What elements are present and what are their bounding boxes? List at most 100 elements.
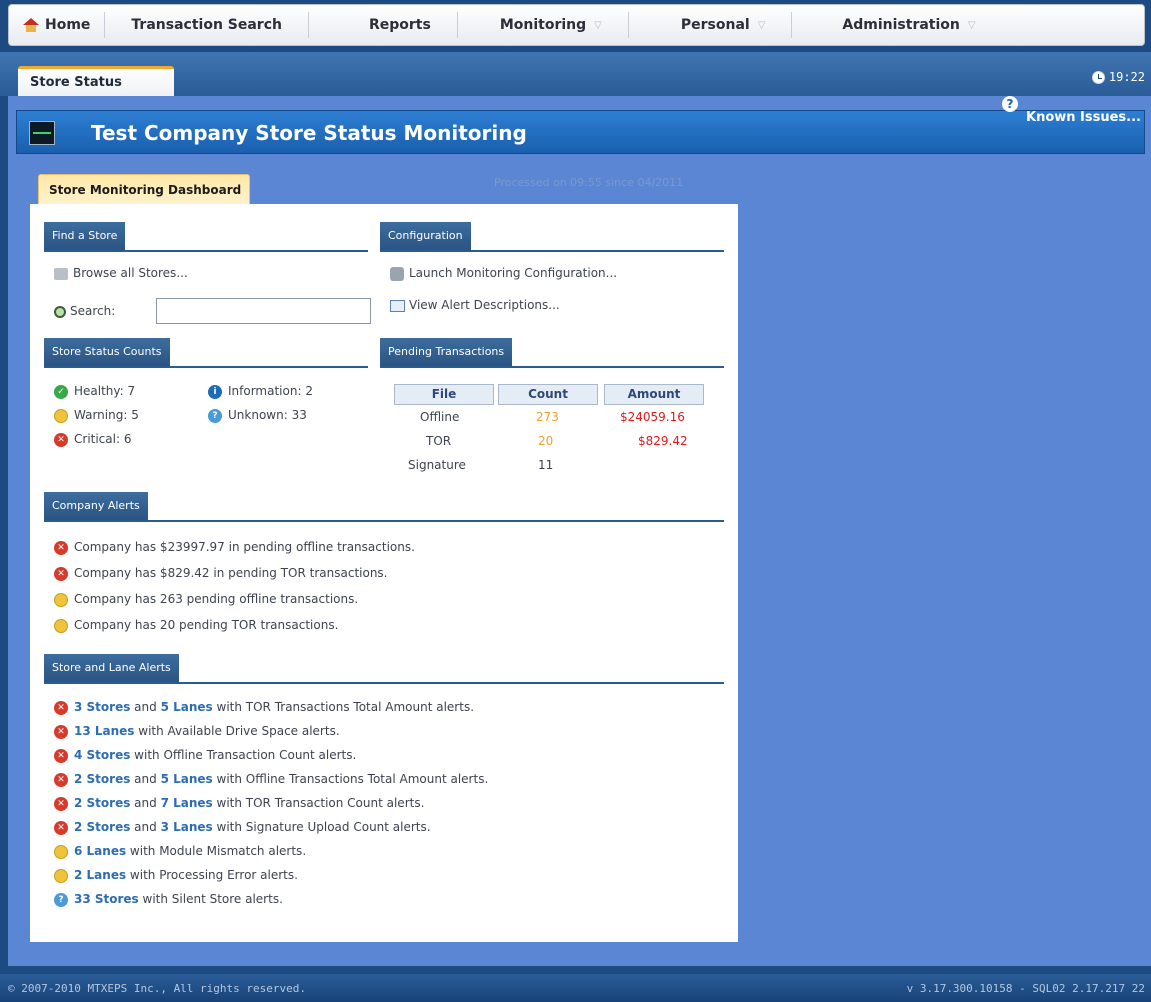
column-header-count: Count [498, 384, 598, 405]
warning-icon [54, 845, 68, 859]
nav-monitoring-label: Monitoring [499, 17, 587, 33]
pending-row-file: Offline [420, 410, 460, 424]
nav-personal[interactable]: Personal ▽ [629, 5, 792, 45]
nav-administration[interactable]: Administration ▽ [792, 5, 987, 45]
wrench-icon [390, 266, 404, 281]
browse-stores-label: Browse all Stores... [73, 266, 188, 280]
unknown-icon: ? [54, 893, 68, 907]
chevron-down-icon: ▽ [967, 19, 976, 31]
dashboard-panel: Find a Store Browse all Stores... Search… [30, 204, 738, 942]
nav-administration-label: Administration [842, 17, 960, 33]
critical-icon: ✕ [54, 749, 68, 763]
critical-icon: ✕ [54, 541, 68, 555]
lane-alert-item: 6 Lanes with Module Mismatch alerts. [74, 844, 306, 858]
stores-link[interactable]: 4 Stores [74, 748, 130, 762]
company-alert-item: Company has 20 pending TOR transactions. [74, 618, 339, 632]
known-issues-link[interactable]: ? Known Issues... [1002, 96, 1141, 125]
alert-text: with Processing Error alerts. [126, 868, 298, 882]
processed-note: Processed on 09:55 since 04/2011 [494, 176, 684, 189]
dashboard-tab-label: Store Monitoring Dashboard [49, 182, 242, 197]
alert-text: with TOR Transaction Count alerts. [212, 796, 425, 810]
alert-text: with Silent Store alerts. [138, 892, 283, 906]
stores-link[interactable]: 3 Stores [74, 700, 130, 714]
tab-store-monitoring-dashboard[interactable]: Store Monitoring Dashboard [38, 174, 250, 204]
nav-personal-label: Personal [680, 17, 750, 33]
lane-alerts-header: Store and Lane Alerts [44, 654, 724, 684]
warning-icon [54, 409, 68, 423]
top-nav: Home Transaction Search Reports Monitori… [8, 4, 1145, 46]
company-alert-item: Company has $829.42 in pending TOR trans… [74, 566, 388, 580]
lanes-link[interactable]: 5 Lanes [161, 700, 213, 714]
lanes-link[interactable]: 6 Lanes [74, 844, 126, 858]
healthy-count: Healthy: 7 [74, 384, 136, 398]
configuration-header: Configuration [380, 222, 724, 252]
nav-reports[interactable]: Reports [309, 5, 457, 45]
nav-home-label: Home [45, 17, 91, 33]
company-alerts-heading: Company Alerts [44, 492, 148, 520]
nav-transaction-search-label: Transaction Search [131, 17, 282, 33]
alert-text: with Offline Transactions Total Amount a… [212, 772, 489, 786]
unknown-count: Unknown: 33 [228, 408, 307, 422]
document-list-icon [390, 299, 405, 312]
chevron-down-icon: ▽ [757, 19, 766, 31]
pending-transactions-heading: Pending Transactions [380, 338, 513, 366]
lane-alert-item: 2 Stores and 5 Lanes with Offline Transa… [74, 772, 488, 786]
lanes-link[interactable]: 3 Lanes [161, 820, 213, 834]
lane-alert-item: 3 Stores and 5 Lanes with TOR Transactio… [74, 700, 474, 714]
view-alerts-label: View Alert Descriptions... [409, 298, 560, 312]
critical-icon: ✕ [54, 797, 68, 811]
nav-reports-label: Reports [368, 17, 431, 33]
search-input[interactable] [156, 298, 371, 324]
search-label-text: Search: [70, 304, 116, 318]
company-alert-item: Company has 263 pending offline transact… [74, 592, 359, 606]
alert-text: with Module Mismatch alerts. [126, 844, 307, 858]
alert-joiner: and [130, 796, 161, 810]
tab-store-status[interactable]: Store Status [18, 66, 174, 96]
lanes-link[interactable]: 7 Lanes [161, 796, 213, 810]
nav-monitoring[interactable]: Monitoring ▽ [458, 5, 628, 45]
alert-text: with Available Drive Space alerts. [134, 724, 340, 738]
home-icon [23, 18, 39, 32]
version-text: v 3.17.300.10158 - SQL02 2.17.217 22 [906, 982, 1145, 995]
pending-row-amount: $829.42 [638, 434, 688, 448]
stores-link[interactable]: 2 Stores [74, 820, 130, 834]
pending-row-amount: $24059.16 [620, 410, 685, 424]
pending-row-file: Signature [408, 458, 466, 472]
critical-icon: ✕ [54, 701, 68, 715]
lanes-link[interactable]: 5 Lanes [161, 772, 213, 786]
status-counts-header: Store Status Counts [44, 338, 368, 368]
launch-config-link[interactable]: Launch Monitoring Configuration... [390, 266, 617, 281]
alert-joiner: and [130, 700, 161, 714]
nav-home[interactable]: Home [9, 5, 104, 45]
pending-row-count: 273 [536, 410, 559, 424]
critical-icon: ✕ [54, 773, 68, 787]
lane-alert-item: 13 Lanes with Available Drive Space aler… [74, 724, 340, 738]
stores-link[interactable]: 2 Stores [74, 772, 130, 786]
critical-count: Critical: 6 [74, 432, 132, 446]
known-issues-label: Known Issues... [1026, 110, 1141, 125]
nav-transaction-search[interactable]: Transaction Search [105, 5, 308, 45]
shopping-cart-icon [54, 267, 68, 280]
launch-config-label: Launch Monitoring Configuration... [409, 266, 618, 280]
status-counts-heading: Store Status Counts [44, 338, 170, 366]
warning-icon [54, 593, 68, 607]
clock-time: 19:22 [1108, 70, 1145, 84]
lanes-link[interactable]: 2 Lanes [74, 868, 126, 882]
view-alerts-link[interactable]: View Alert Descriptions... [390, 298, 560, 312]
pending-transactions-header: Pending Transactions [380, 338, 724, 368]
configuration-heading: Configuration [380, 222, 471, 250]
page-banner: Test Company Store Status Monitoring [16, 110, 1145, 154]
lane-alerts-heading: Store and Lane Alerts [44, 654, 179, 682]
stores-link[interactable]: 33 Stores [74, 892, 139, 906]
critical-icon: ✕ [54, 567, 68, 581]
clock-icon [1091, 70, 1105, 84]
pending-row-count: 20 [538, 434, 554, 448]
information-count: Information: 2 [228, 384, 313, 398]
magnifier-icon [54, 305, 66, 318]
lane-alert-item: 2 Stores and 7 Lanes with TOR Transactio… [74, 796, 424, 810]
browse-stores-link[interactable]: Browse all Stores... [54, 266, 188, 280]
alert-joiner: and [130, 772, 161, 786]
lanes-link[interactable]: 13 Lanes [74, 724, 134, 738]
stores-link[interactable]: 2 Stores [74, 796, 130, 810]
critical-icon: ✕ [54, 433, 68, 447]
